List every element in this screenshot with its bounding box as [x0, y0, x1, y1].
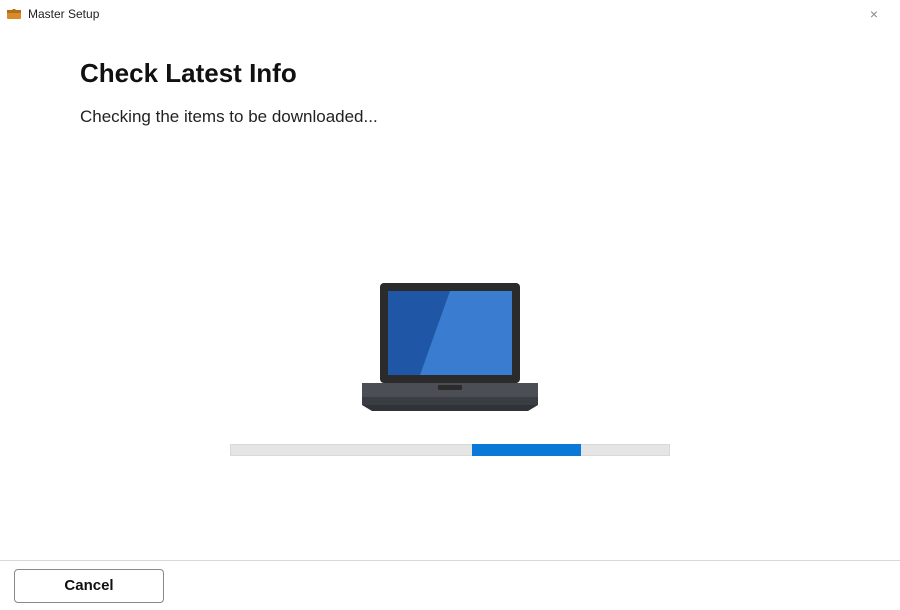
progress-bar [230, 444, 670, 456]
footer: Cancel [0, 560, 900, 610]
titlebar: Master Setup × [0, 0, 900, 28]
app-icon [6, 6, 22, 22]
window-title: Master Setup [28, 7, 99, 21]
page-title: Check Latest Info [80, 58, 820, 89]
laptop-icon [350, 278, 550, 418]
cancel-button[interactable]: Cancel [14, 569, 164, 603]
status-text: Checking the items to be downloaded... [80, 107, 820, 127]
close-icon: × [870, 7, 878, 21]
illustration [0, 278, 900, 456]
content-area: Check Latest Info Checking the items to … [0, 28, 900, 560]
cancel-button-label: Cancel [64, 577, 113, 594]
progress-fill [472, 444, 582, 456]
close-button[interactable]: × [854, 2, 894, 26]
